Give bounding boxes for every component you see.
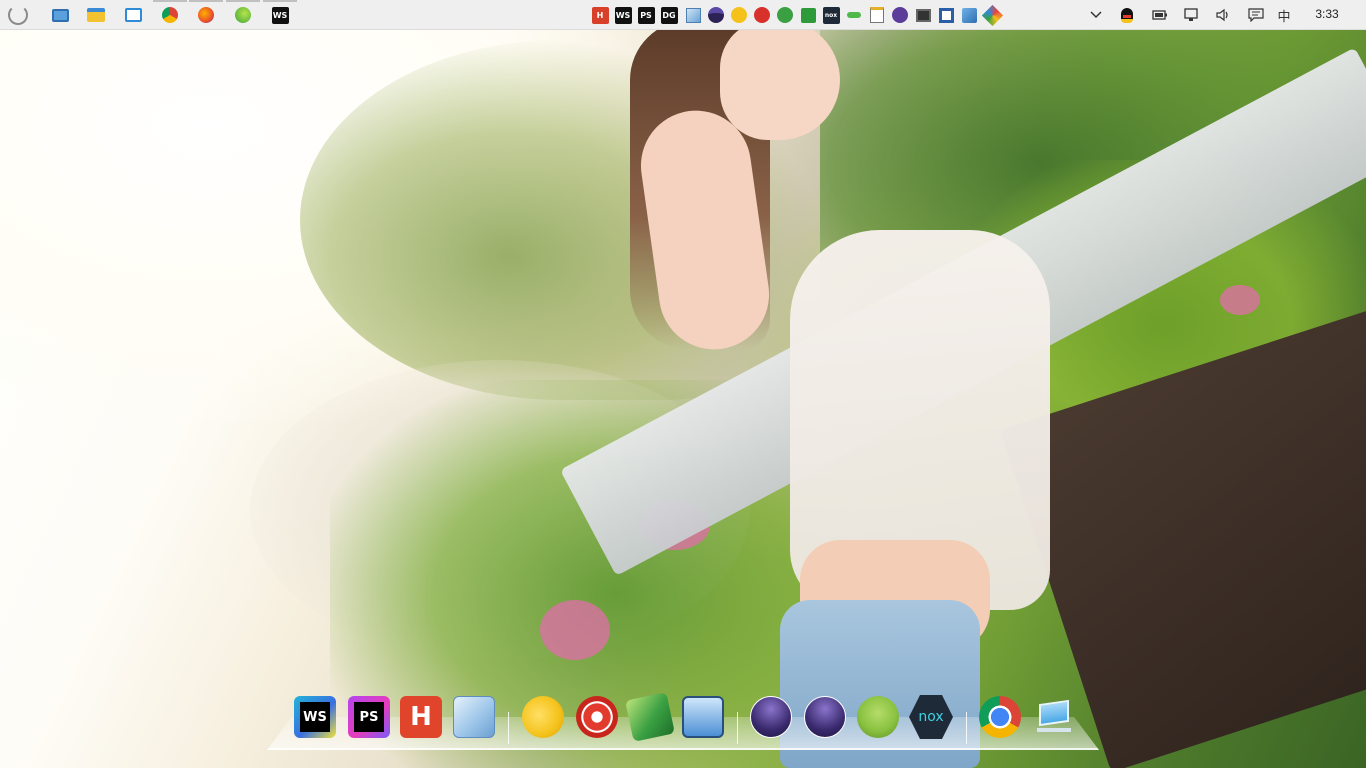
chevron-down-icon[interactable] bbox=[1087, 6, 1105, 24]
network-app-icon[interactable] bbox=[960, 6, 978, 24]
dock-red-swirl-icon[interactable] bbox=[574, 694, 620, 740]
start-button[interactable] bbox=[8, 5, 28, 25]
dock-remote-desktop-icon[interactable] bbox=[680, 694, 726, 740]
volume-icon[interactable] bbox=[1214, 6, 1232, 24]
dock-eclipse-1-icon[interactable] bbox=[748, 694, 794, 740]
notepad-icon[interactable] bbox=[868, 6, 886, 24]
dock-eclipse-2-icon[interactable] bbox=[802, 694, 848, 740]
eclipse-purple-icon[interactable] bbox=[891, 6, 909, 24]
running-indicator bbox=[153, 0, 187, 2]
webstorm-tray-label: WS bbox=[614, 6, 632, 24]
dock-chrome-icon[interactable] bbox=[977, 694, 1023, 740]
monitor-app-icon[interactable] bbox=[914, 6, 932, 24]
dock-webstorm-icon[interactable]: WS bbox=[292, 694, 338, 740]
running-indicator bbox=[263, 0, 297, 2]
wallpaper-flowers bbox=[1220, 285, 1260, 315]
dock-phpstorm-label: PS bbox=[354, 702, 384, 732]
network-icon[interactable] bbox=[1183, 6, 1201, 24]
red-bird-icon[interactable] bbox=[753, 6, 771, 24]
dock-hbuilder-icon[interactable]: H bbox=[398, 694, 444, 740]
wallpaper-flowers bbox=[540, 600, 610, 660]
qq-icon[interactable] bbox=[1118, 6, 1136, 24]
green-dots-icon[interactable] bbox=[845, 6, 863, 24]
clock[interactable]: 3:33 bbox=[1307, 7, 1347, 21]
notification-icon[interactable] bbox=[1247, 6, 1265, 24]
photo-viewer-icon[interactable] bbox=[50, 5, 70, 25]
desktop-wallpaper bbox=[0, 0, 1366, 768]
dock-hbuilder-label: H bbox=[400, 696, 442, 738]
dock-yellow-blob-icon[interactable] bbox=[520, 694, 566, 740]
battery-icon[interactable] bbox=[1151, 6, 1169, 24]
frame-app-icon[interactable] bbox=[937, 6, 955, 24]
phpstorm-tray-icon[interactable]: PS bbox=[637, 6, 655, 24]
dock-nox-label: nox bbox=[909, 695, 953, 739]
datagrip-tray-label: DG bbox=[660, 6, 678, 24]
nox-tray-label: nox bbox=[822, 6, 840, 24]
dock-nox-icon[interactable]: nox bbox=[908, 694, 954, 740]
green-bird-icon[interactable] bbox=[776, 6, 794, 24]
ime-indicator[interactable]: 中 bbox=[1275, 6, 1293, 25]
eclipse-tray-icon[interactable] bbox=[707, 6, 725, 24]
webstorm-icon[interactable]: WS bbox=[263, 0, 297, 25]
datagrip-tray-icon[interactable]: DG bbox=[660, 6, 678, 24]
firefox-icon[interactable] bbox=[189, 0, 223, 25]
dock-separator bbox=[508, 712, 509, 744]
webstorm-label: WS bbox=[271, 6, 289, 24]
yellow-app-icon[interactable] bbox=[730, 6, 748, 24]
wallpaper-figure bbox=[720, 20, 840, 140]
nox-tray-icon[interactable]: nox bbox=[822, 6, 840, 24]
dock-green-bird-icon[interactable] bbox=[625, 692, 675, 742]
green-box-icon[interactable] bbox=[799, 6, 817, 24]
colorful-app-icon[interactable] bbox=[981, 4, 1003, 26]
webstorm-tray-icon[interactable]: WS bbox=[614, 6, 632, 24]
hbuilder-label: H bbox=[591, 6, 609, 24]
chrome-icon[interactable] bbox=[153, 0, 187, 25]
dock-desktop-monitor-icon[interactable] bbox=[1031, 694, 1077, 740]
dock-android-studio-icon[interactable] bbox=[855, 694, 901, 740]
running-indicator bbox=[226, 0, 260, 2]
box-app-icon[interactable] bbox=[684, 6, 702, 24]
edge-icon[interactable] bbox=[226, 0, 260, 25]
dock-separator bbox=[966, 712, 967, 744]
file-explorer-icon[interactable] bbox=[86, 5, 106, 25]
phpstorm-tray-label: PS bbox=[637, 6, 655, 24]
dock-webstorm-label: WS bbox=[300, 702, 330, 732]
dock-virtualbox-cube-icon[interactable] bbox=[451, 694, 497, 740]
control-panel-icon[interactable] bbox=[123, 5, 143, 25]
running-indicator bbox=[189, 0, 223, 2]
hbuilder-icon[interactable]: H bbox=[591, 6, 609, 24]
dock-separator bbox=[737, 712, 738, 744]
dock-phpstorm-icon[interactable]: PS bbox=[346, 694, 392, 740]
taskbar: WS H WS PS DG nox 中 3:33 bbox=[0, 0, 1366, 30]
